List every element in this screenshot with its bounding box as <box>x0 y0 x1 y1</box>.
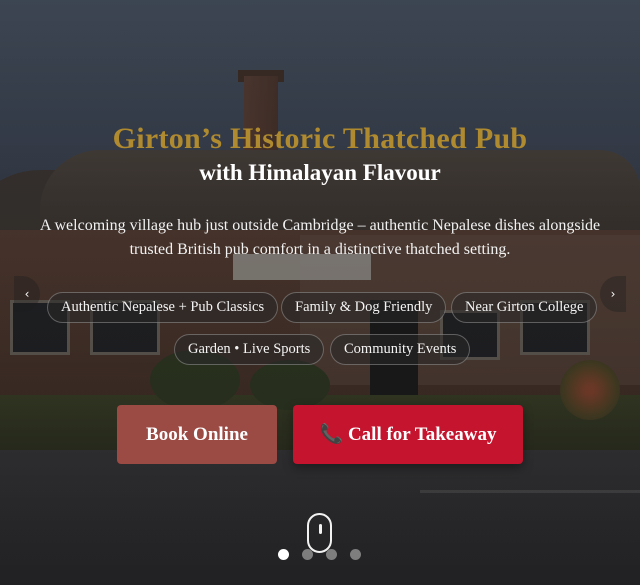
feature-badge: Family & Dog Friendly <box>281 292 447 323</box>
call-takeaway-button[interactable]: 📞 Call for Takeaway <box>293 405 523 464</box>
carousel-dot-4[interactable] <box>350 549 361 560</box>
chevron-left-icon: ‹ <box>24 287 30 301</box>
hero-section: Girton’s Historic Thatched Pub with Hima… <box>0 0 640 585</box>
hero-subtitle: with Himalayan Flavour <box>199 160 441 185</box>
feature-badge: Garden • Live Sports <box>174 334 325 365</box>
hero-title: Girton’s Historic Thatched Pub <box>112 122 528 155</box>
hero-content: Girton’s Historic Thatched Pub with Hima… <box>0 0 640 585</box>
carousel-dot-3[interactable] <box>326 549 337 560</box>
carousel-dot-1[interactable] <box>278 549 289 560</box>
book-online-button[interactable]: Book Online <box>117 405 277 464</box>
scroll-down-mouse-icon[interactable] <box>307 513 332 553</box>
mouse-wheel-icon <box>319 524 322 534</box>
chevron-right-icon: › <box>610 287 616 301</box>
hero-description: A welcoming village hub just outside Cam… <box>39 217 601 258</box>
carousel-dot-2[interactable] <box>302 549 313 560</box>
feature-badge: Near Girton College <box>451 292 598 323</box>
feature-badge: Authentic Nepalese + Pub Classics <box>47 292 279 323</box>
feature-badge: Community Events <box>330 334 471 365</box>
call-takeaway-label: Call for Takeaway <box>347 424 497 445</box>
phone-icon: 📞 <box>319 424 344 445</box>
